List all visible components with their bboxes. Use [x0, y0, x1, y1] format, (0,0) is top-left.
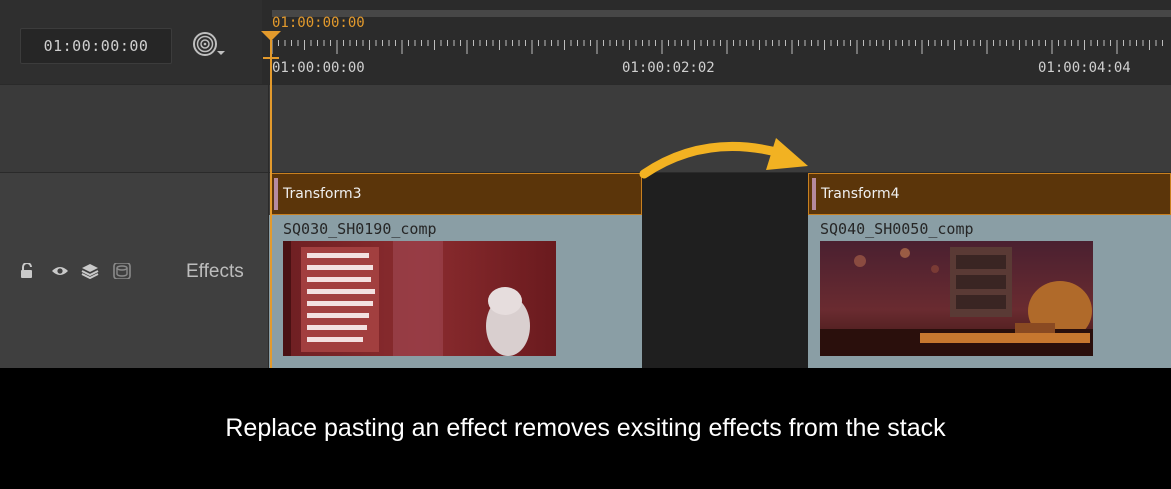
empty-track-header [0, 84, 269, 172]
ruler-label-mid: 01:00:02:02 [622, 60, 715, 76]
track-gap[interactable] [642, 173, 808, 368]
playhead-line [270, 35, 272, 368]
empty-track-row [0, 84, 1171, 172]
effect-transform4[interactable]: Transform4 [808, 173, 1171, 215]
ruler-ticks [271, 40, 1163, 54]
ruler-label-start: 01:00:00:00 [272, 60, 365, 76]
eye-icon[interactable] [50, 263, 70, 279]
timeline-ruler[interactable]: 01:00:00:00 01:00:00:00 01:00:02:02 01:0… [262, 0, 1171, 84]
ruler-label-end: 01:00:04:04 [1038, 60, 1131, 76]
move-arrow-icon [636, 128, 816, 184]
effect-label: Transform4 [821, 186, 900, 202]
effect-transform3[interactable]: Transform3 [270, 173, 642, 215]
lock-icon[interactable] [18, 262, 38, 279]
disk-icon[interactable] [112, 262, 132, 280]
clip-thumbnail [283, 241, 556, 356]
clip-thumbnail [820, 241, 1093, 356]
effect-label: Transform3 [283, 186, 362, 202]
clip-name: SQ040_SH0050_comp [820, 220, 974, 238]
timecode-display[interactable]: 01:00:00:00 [20, 28, 172, 64]
snap-target-icon[interactable] [192, 31, 226, 59]
current-timecode-label: 01:00:00:00 [272, 15, 365, 31]
clip-name: SQ030_SH0190_comp [283, 220, 437, 238]
timeline-header: 01:00:00:00 01:00:00:00 01:00:00:00 01:0… [0, 0, 1171, 84]
track-name: Effects [186, 261, 244, 282]
playhead-handle[interactable] [259, 31, 283, 61]
layers-icon[interactable] [80, 263, 100, 280]
caption-text: Replace pasting an effect removes exsiti… [0, 368, 1171, 489]
row-divider [0, 84, 1171, 85]
effect-marker [274, 178, 278, 210]
